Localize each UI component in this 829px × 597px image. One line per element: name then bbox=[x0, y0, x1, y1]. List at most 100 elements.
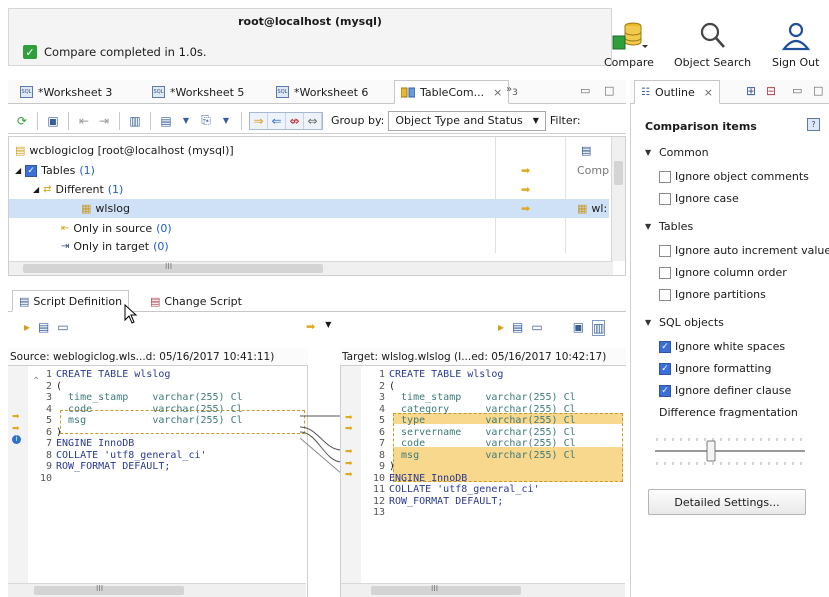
group-by-select[interactable]: Object Type and Status ▼ bbox=[388, 110, 546, 131]
open-file-icon[interactable]: ▸ bbox=[498, 320, 504, 336]
merge-right-icon[interactable]: ⇥ bbox=[96, 113, 112, 129]
fragmentation-slider[interactable] bbox=[653, 430, 813, 470]
source-code-pane[interactable]: ⌃ ➡ ➡ i 1 CREATE TABLE wlslog 2(3 time_sta… bbox=[8, 366, 308, 597]
code-line: 10 bbox=[32, 473, 56, 485]
help-icon[interactable]: ? bbox=[807, 118, 820, 131]
filter-equal-icon[interactable]: ⇔ bbox=[304, 112, 322, 129]
expand-triangle-icon[interactable]: ◢ bbox=[15, 166, 21, 175]
tab-table-compare[interactable]: TableCom... × bbox=[394, 80, 510, 104]
ignore-white-spaces-option[interactable]: ✓ Ignore white spaces bbox=[659, 340, 785, 353]
next-diff-icon[interactable]: ➡ bbox=[306, 320, 315, 333]
split-view-icon[interactable]: ▥ bbox=[592, 320, 606, 336]
code-text: time_stamp varchar(255) Cl bbox=[56, 392, 243, 403]
ignore-white-spaces-checkbox[interactable]: ✓ bbox=[659, 340, 671, 353]
tree-row-wlslog[interactable]: ▦ wlslog ➡ ▦ wl: bbox=[9, 199, 609, 218]
tab-overflow[interactable]: »3 bbox=[506, 84, 518, 98]
tree-row-tables[interactable]: ◢ ✓ Tables (1) ➡ Comp bbox=[9, 161, 609, 180]
expand-all-icon[interactable]: ⊞ bbox=[746, 84, 756, 98]
sql-icon[interactable]: ▭ bbox=[57, 320, 68, 334]
chevron-down-icon[interactable]: ▼ bbox=[325, 320, 331, 333]
ignore-column-order-option[interactable]: Ignore column order bbox=[659, 266, 787, 279]
copy-icon[interactable]: ▤ bbox=[38, 320, 49, 334]
dropdown-icon[interactable]: ▼ bbox=[218, 113, 234, 129]
dropdown-icon[interactable]: ▼ bbox=[178, 113, 194, 129]
line-number: 12 bbox=[372, 495, 385, 507]
copy-icon[interactable]: ▤ bbox=[512, 320, 523, 336]
target-horizontal-scrollbar[interactable]: III bbox=[341, 583, 625, 597]
tab-worksheet-5[interactable]: SQL *Worksheet 5 bbox=[146, 80, 250, 104]
tab-change-script[interactable]: ▤ Change Script bbox=[144, 290, 248, 312]
database-compare-icon bbox=[612, 22, 648, 50]
object-search-button[interactable]: Object Search bbox=[674, 20, 751, 69]
ignore-case-checkbox[interactable] bbox=[659, 192, 671, 205]
script-icon[interactable]: ▤ bbox=[158, 113, 174, 129]
filter-target-icon[interactable]: ⇎ bbox=[286, 112, 304, 129]
filter-source-icon[interactable]: ⇐ bbox=[268, 112, 286, 129]
maximize-icon[interactable]: □ bbox=[813, 84, 823, 97]
refresh-compare-icon[interactable]: ⟳ bbox=[14, 113, 30, 129]
minimize-icon[interactable]: ▭ bbox=[792, 84, 802, 97]
tab-script-definition[interactable]: ▤ Script Definition bbox=[12, 290, 130, 312]
sql-icon[interactable]: ▭ bbox=[531, 320, 542, 336]
only-source-icon: ⇤ bbox=[61, 223, 70, 234]
ignore-definer-option[interactable]: ✓ Ignore definer clause bbox=[659, 384, 791, 397]
open-file-icon[interactable]: ▸ bbox=[24, 320, 30, 334]
ignore-partitions-checkbox[interactable] bbox=[659, 288, 671, 301]
save-icon[interactable]: ▣ bbox=[45, 113, 61, 129]
collapse-triangle-icon: ▼ bbox=[645, 222, 652, 231]
ignore-partitions-option[interactable]: Ignore partitions bbox=[659, 288, 766, 301]
collapse-all-icon[interactable]: ⊟ bbox=[766, 84, 776, 98]
ignore-auto-increment-option[interactable]: Ignore auto increment value bbox=[659, 244, 829, 257]
compare-button[interactable]: Compare bbox=[604, 20, 654, 69]
ignore-formatting-option[interactable]: ✓ Ignore formatting bbox=[659, 362, 772, 375]
columns-icon[interactable]: ▥ bbox=[127, 113, 143, 129]
bottom-tabbar: ▤ Script Definition ▤ Change Script bbox=[8, 290, 626, 312]
detailed-settings-button[interactable]: Detailed Settings... bbox=[648, 489, 806, 515]
code-line: 5 msg varchar(255) Cl bbox=[32, 415, 243, 427]
ignore-auto-increment-checkbox[interactable] bbox=[659, 244, 671, 257]
code-text: ROW_FORMAT DEFAULT; bbox=[389, 495, 504, 507]
tab-worksheet-6[interactable]: SQL *Worksheet 6 bbox=[270, 80, 374, 104]
ignore-case-option[interactable]: Ignore case bbox=[659, 192, 739, 205]
ignore-definer-checkbox[interactable]: ✓ bbox=[659, 384, 671, 397]
group-by-label: Group by: bbox=[331, 114, 385, 127]
diff-connectors bbox=[300, 415, 342, 475]
close-icon[interactable]: × bbox=[493, 86, 502, 99]
tree-row-root[interactable]: ▤ wcblogiclog [root@localhost (mysql)] ▤ bbox=[9, 141, 609, 160]
section-sql-objects[interactable]: ▼ SQL objects bbox=[645, 316, 724, 329]
minimize-icon[interactable]: ▭ bbox=[580, 84, 590, 97]
ignore-column-order-checkbox[interactable] bbox=[659, 266, 671, 279]
code-line: 6) bbox=[32, 427, 62, 439]
target-code-pane[interactable]: ➡ ➡ ➡ ➡ ➡ 1 CREATE TABLE wlslog 2(3 time_s… bbox=[340, 366, 626, 597]
tab-worksheet-3[interactable]: SQL *Worksheet 3 bbox=[14, 80, 118, 104]
layout-icon[interactable]: ▣ bbox=[573, 320, 584, 336]
tree-vertical-scrollbar[interactable] bbox=[611, 137, 625, 261]
tab-outline[interactable]: ☷ Outline × bbox=[634, 80, 720, 104]
close-icon[interactable]: × bbox=[704, 86, 713, 99]
line-number: 6 bbox=[45, 426, 52, 438]
editor-tabbar: SQL *Worksheet 3 SQL *Worksheet 5 SQL *W… bbox=[8, 80, 626, 104]
code-text: category varchar(255) Cl bbox=[389, 403, 576, 415]
maximize-icon[interactable]: □ bbox=[604, 84, 614, 97]
tree-row-different[interactable]: ◢ ⇄ Different (1) ➡ bbox=[9, 180, 609, 199]
ignore-object-comments-option[interactable]: Ignore object comments bbox=[659, 170, 809, 183]
ignore-formatting-checkbox[interactable]: ✓ bbox=[659, 362, 671, 375]
expand-triangle-icon[interactable]: ◢ bbox=[33, 185, 39, 194]
tree-horizontal-scrollbar[interactable]: III bbox=[9, 261, 613, 275]
sign-out-button[interactable]: Sign Out bbox=[772, 20, 819, 69]
tables-checkbox[interactable]: ✓ bbox=[25, 164, 38, 177]
tree-row-only-source[interactable]: ⇤ Only in source (0) bbox=[9, 219, 609, 238]
merge-left-icon[interactable]: ⇤ bbox=[76, 113, 92, 129]
target-pane-toolbar: ▸ ▤ ▭ ▣ ▥ bbox=[498, 320, 606, 336]
tree-row-only-target[interactable]: ⇥ Only in target (0) bbox=[9, 237, 609, 256]
code-line: 8 msg varchar(255) Cl bbox=[365, 450, 576, 462]
ignore-object-comments-checkbox[interactable] bbox=[659, 170, 671, 183]
section-tables[interactable]: ▼ Tables bbox=[645, 220, 693, 233]
section-common[interactable]: ▼ Common bbox=[645, 146, 709, 159]
line-number: 4 bbox=[378, 403, 385, 415]
filter-different-icon[interactable]: ⇒ bbox=[250, 112, 268, 129]
change-script-icon: ▤ bbox=[150, 294, 161, 308]
export-icon[interactable]: ⎘ bbox=[198, 113, 214, 129]
source-horizontal-scrollbar[interactable]: III bbox=[8, 583, 306, 597]
code-text: ENGINE InnoDB bbox=[56, 438, 135, 449]
